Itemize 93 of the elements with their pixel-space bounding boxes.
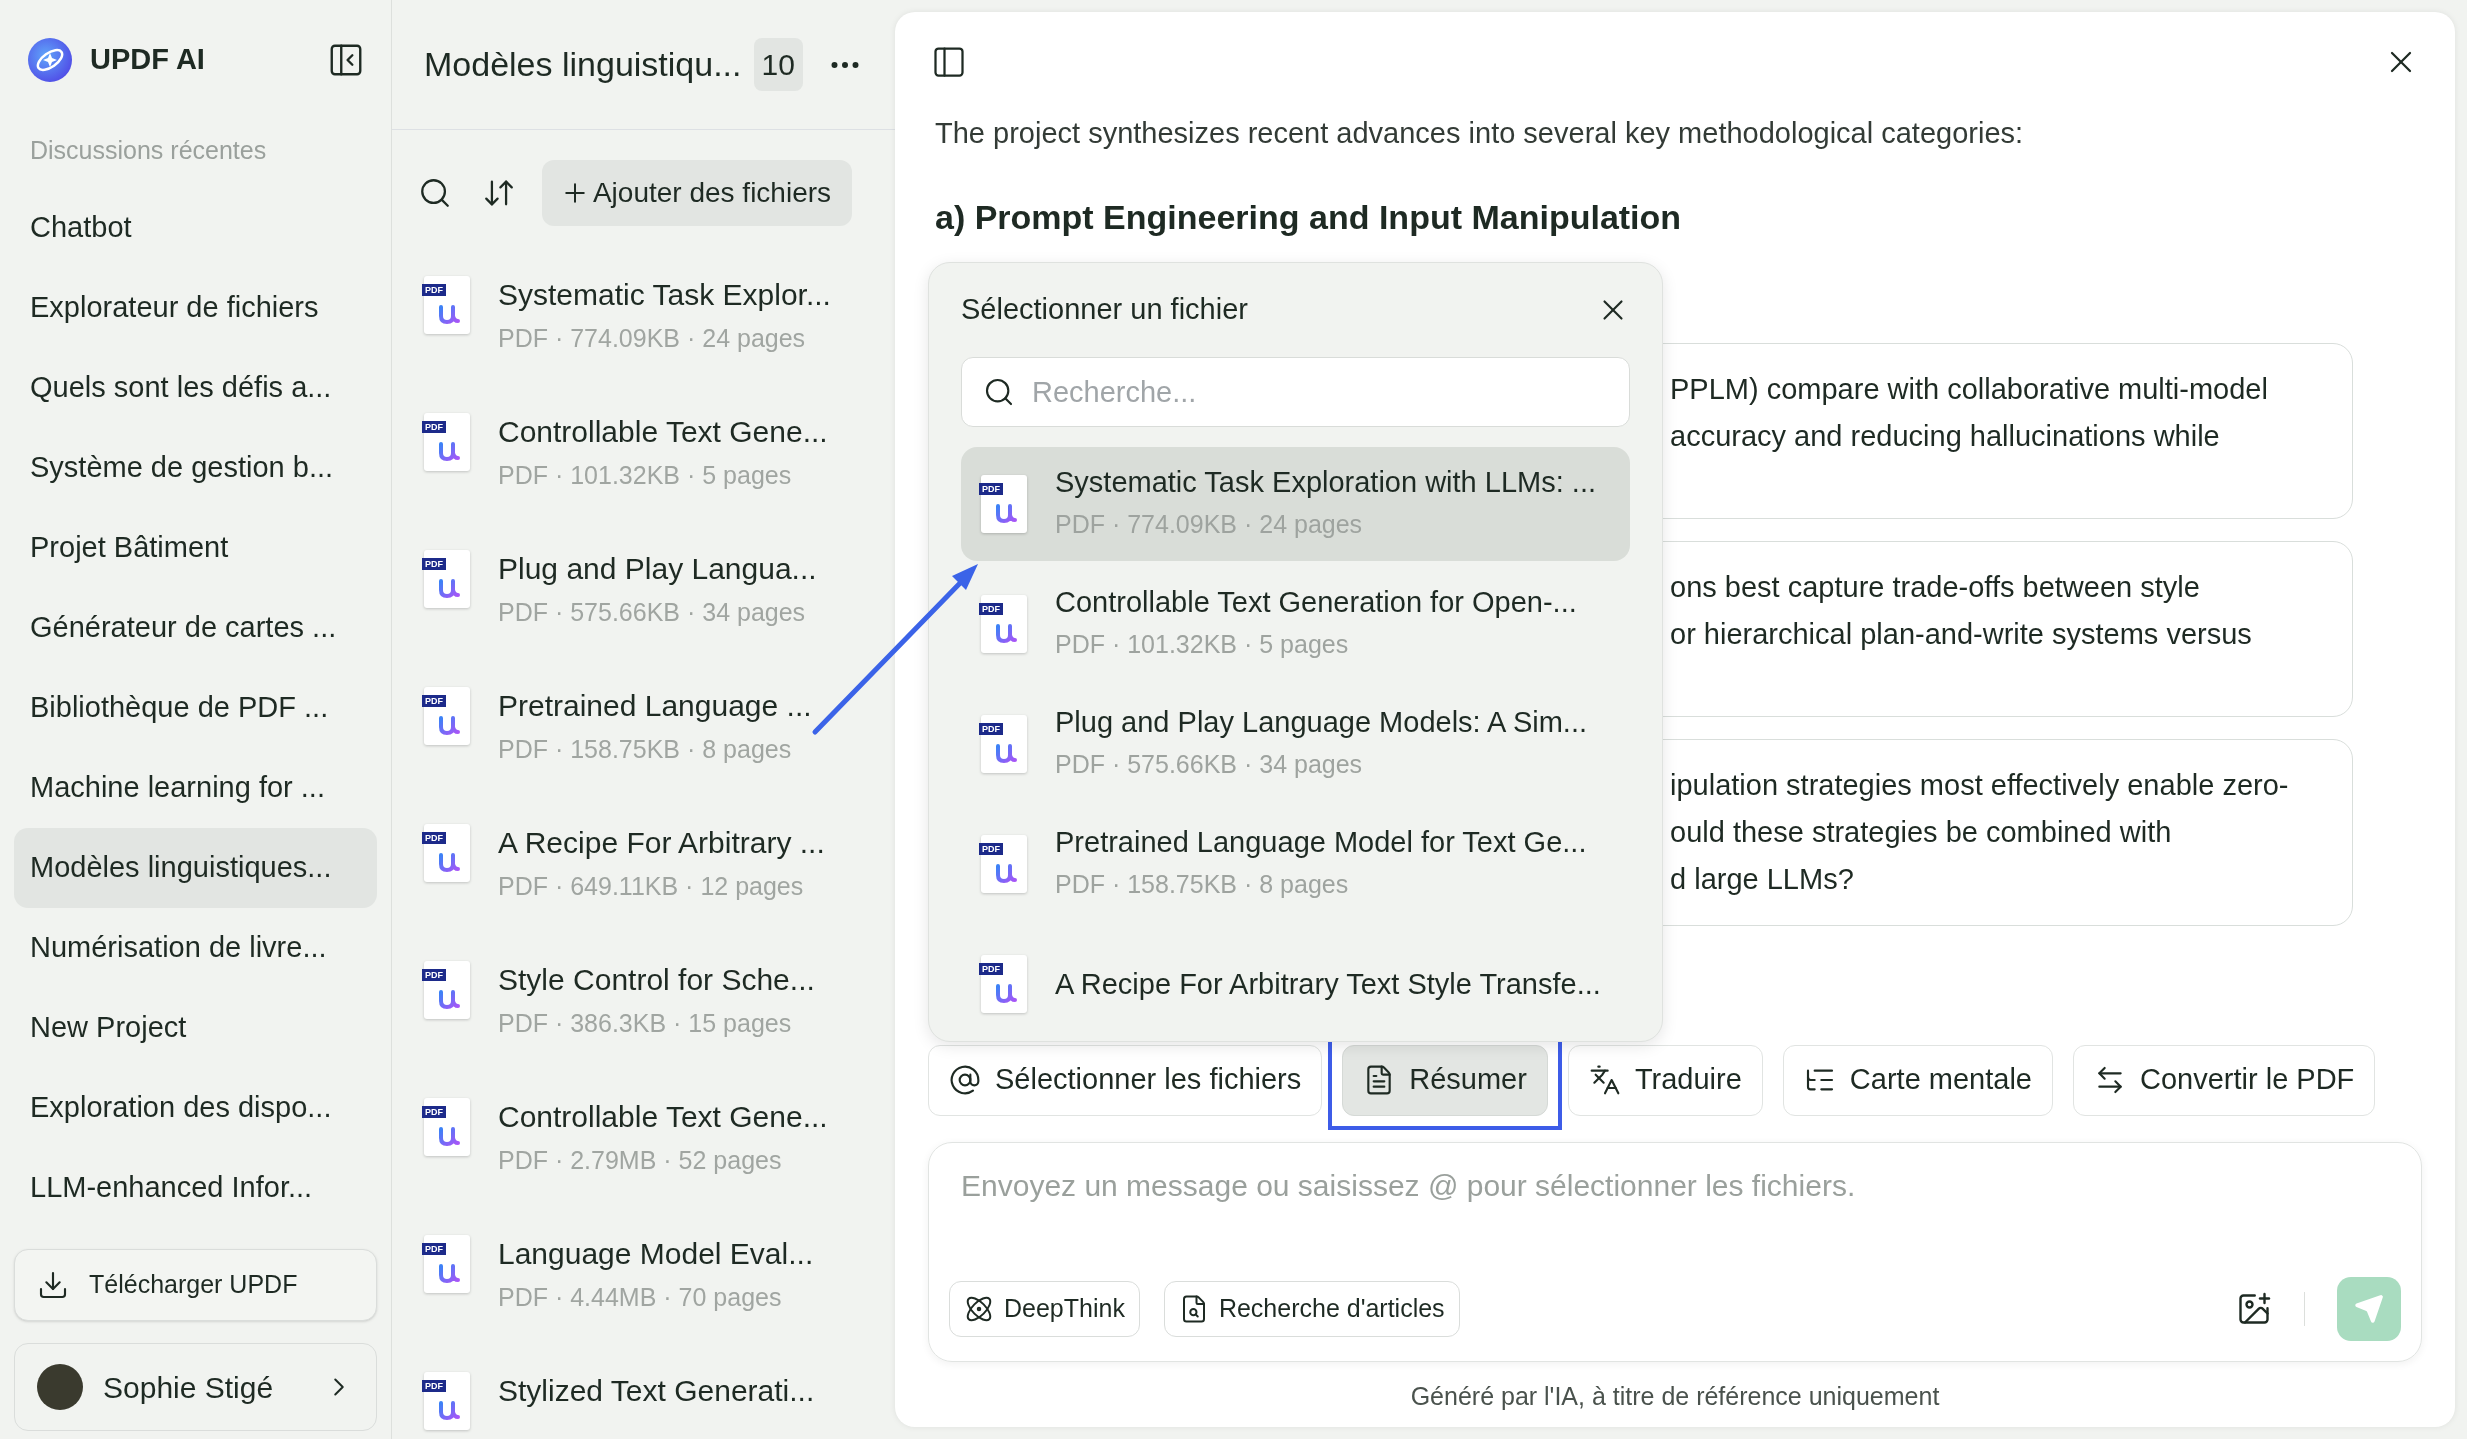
quick-action-button[interactable]: Résumer [1342, 1044, 1548, 1116]
file-meta: PDF · 774.09KB · 24 pages [498, 323, 807, 354]
pdf-file-icon: PDF [424, 276, 470, 334]
question-text: PPLM) compare with collaborative multi-model accuracy and reducing hallucinations while [1670, 371, 2269, 454]
file-list-item[interactable]: PDF Controllable Text Gene... PDF · 2.79MB · 52 pages [424, 1068, 863, 1205]
file-meta: PDF · 101.32KB · 5 pages [498, 460, 793, 491]
file-list-item[interactable]: PDF Controllable Text Gene... PDF · 101.32KB · 5 pages [424, 383, 863, 520]
search-icon[interactable] [418, 176, 452, 210]
file-title: A Recipe For Arbitrary Text Style Transfe... [1055, 967, 1601, 1002]
translate-icon [1588, 1064, 1621, 1096]
popup-title: Sélectionner un fichier [961, 292, 1248, 328]
chat-history-item[interactable]: Numérisation de livre... [14, 907, 377, 988]
quick-action-button[interactable]: Carte mentale [1782, 1044, 2053, 1116]
file-meta: PDF · 158.75KB · 8 pages [498, 734, 793, 765]
section-heading: a) Prompt Engineering and Input Manipulation [934, 196, 1683, 238]
question-text: ipulation strategies most effectively enable zero- ould these strategies be combined with d large LLMs? [1670, 767, 2290, 897]
pdf-file-icon: PDF [424, 550, 470, 608]
file-meta: PDF · 575.66KB · 34 pages [1055, 749, 1364, 781]
panel-toggle-icon[interactable] [931, 44, 967, 80]
file-title: Systematic Task Explor... [498, 277, 831, 313]
file-title: Stylized Text Generati... [498, 1373, 815, 1409]
avatar [37, 1364, 83, 1410]
pdf-file-icon: PDF [424, 1098, 470, 1156]
file-option[interactable]: PDF Systematic Task Exploration with LLMs: ... PDF · 774.09KB · 24 pages [961, 447, 1630, 561]
file-list-item[interactable]: PDF Language Model Eval... PDF · 4.44MB · 70 pages [424, 1205, 863, 1342]
chat-history-item[interactable]: Générateur de cartes ... [14, 587, 377, 668]
disclaimer-text: Généré par l'IA, à titre de référence uniquement [1410, 1380, 1940, 1412]
chat-history-item[interactable]: Bibliothèque de PDF ... [14, 667, 377, 748]
pdf-file-icon: PDF [981, 595, 1027, 653]
section-label: Discussions récentes [29, 135, 268, 166]
intro-text: The project synthesizes recent advances into several key methodological categories: [934, 116, 2025, 151]
file-title: Language Model Eval... [498, 1236, 814, 1272]
pdf-file-icon: PDF [424, 961, 470, 1019]
app-logo-icon [26, 36, 74, 84]
chat-history-item[interactable]: New Project [14, 987, 377, 1068]
file-title: Pretrained Language ... [498, 688, 812, 724]
file-count: 10 [753, 38, 803, 91]
chat-history-item[interactable]: Explorateur de fichiers [14, 267, 377, 348]
chat-history-item[interactable]: Chatbot [14, 187, 377, 268]
add-files-button[interactable]: Ajouter des fichiers [542, 160, 852, 226]
user-profile-button[interactable]: Sophie Stigé [14, 1343, 377, 1431]
file-title: Plug and Play Langua... [498, 551, 817, 587]
quick-action-button[interactable]: Sélectionner les fichiers [928, 1044, 1323, 1116]
file-meta: PDF · 649.11KB · 12 pages [498, 871, 805, 902]
chat-history-item[interactable]: Système de gestion b... [14, 427, 377, 508]
pdf-file-icon: PDF [424, 824, 470, 882]
tool-button[interactable]: Recherche d'articles [1163, 1280, 1460, 1337]
chat-history-item[interactable]: LLM-enhanced Infor... [14, 1147, 377, 1228]
pdf-file-icon: PDF [981, 955, 1027, 1013]
file-list-item[interactable]: PDF Style Control for Sche... PDF · 386.3KB · 15 pages [424, 931, 863, 1068]
send-icon [2354, 1293, 2384, 1324]
app-name: UPDF AI [90, 42, 205, 78]
chat-history-item[interactable]: Quels sont les défis a... [14, 347, 377, 428]
search-field[interactable]: Recherche... [961, 357, 1630, 427]
pdf-file-icon: PDF [981, 835, 1027, 893]
pdf-file-icon: PDF [424, 1372, 470, 1430]
project-title: Modèles linguistiqu... [424, 44, 742, 85]
file-meta: PDF · 386.3KB · 15 pages [498, 1008, 793, 1039]
question-text: ons best capture trade-offs between style or hierarchical plan-and-write systems versus [1670, 569, 2253, 652]
at-sign-icon [949, 1064, 981, 1096]
file-title: Controllable Text Gene... [498, 414, 828, 450]
file-list-item[interactable]: PDF A Recipe For Arbitrary ... PDF · 649.11KB · 12 pages [424, 794, 863, 931]
file-list-item[interactable]: PDF Systematic Task Explor... PDF · 774.09KB · 24 pages [424, 246, 863, 383]
image-upload-icon[interactable] [2236, 1290, 2272, 1327]
quick-action-button[interactable]: Convertir le PDF [2073, 1044, 2376, 1116]
file-meta: PDF · 774.09KB · 24 pages [1055, 509, 1364, 541]
message-input[interactable]: Envoyez un message ou saisissez @ pour sélectionner les fichiers. [949, 1162, 2401, 1208]
file-list-item[interactable]: PDF Plug and Play Langua... PDF · 575.66KB · 34 pages [424, 520, 863, 657]
file-meta: PDF · 2.79MB · 52 pages [498, 1145, 783, 1176]
pdf-file-icon: PDF [424, 413, 470, 471]
pdf-file-icon: PDF [981, 475, 1027, 533]
chat-history-item[interactable]: Exploration des dispo... [14, 1067, 377, 1148]
tool-button[interactable]: DeepThink [949, 1280, 1140, 1337]
pdf-file-icon: PDF [981, 715, 1027, 773]
quick-action-button[interactable]: Traduire [1567, 1044, 1763, 1116]
chat-history-item[interactable]: Machine learning for ... [14, 747, 377, 828]
file-title: A Recipe For Arbitrary ... [498, 825, 825, 861]
file-title: Controllable Text Gene... [498, 1099, 828, 1135]
file-title: Style Control for Sche... [498, 962, 815, 998]
download-icon [37, 1269, 69, 1301]
file-meta: PDF · 158.75KB · 8 pages [1055, 869, 1350, 901]
chat-history-item[interactable]: Modèles linguistiques... [14, 827, 377, 908]
file-list-item[interactable]: PDF Stylized Text Generati... [424, 1342, 863, 1439]
pdf-file-icon: PDF [424, 687, 470, 745]
chat-history-item[interactable]: Projet Bâtiment [14, 507, 377, 588]
file-option[interactable]: PDF A Recipe For Arbitrary Text Style Transfe... [961, 927, 1630, 1041]
file-meta: PDF · 4.44MB · 70 pages [498, 1282, 783, 1313]
pdf-file-icon: PDF [424, 1235, 470, 1293]
file-meta: PDF · 101.32KB · 5 pages [1055, 629, 1350, 661]
file-list-item[interactable]: PDF Pretrained Language ... PDF · 158.75KB · 8 pages [424, 657, 863, 794]
download-button[interactable]: Télécharger UPDF [14, 1249, 377, 1321]
search-icon [983, 376, 1015, 408]
file-meta: PDF · 575.66KB · 34 pages [498, 597, 807, 628]
